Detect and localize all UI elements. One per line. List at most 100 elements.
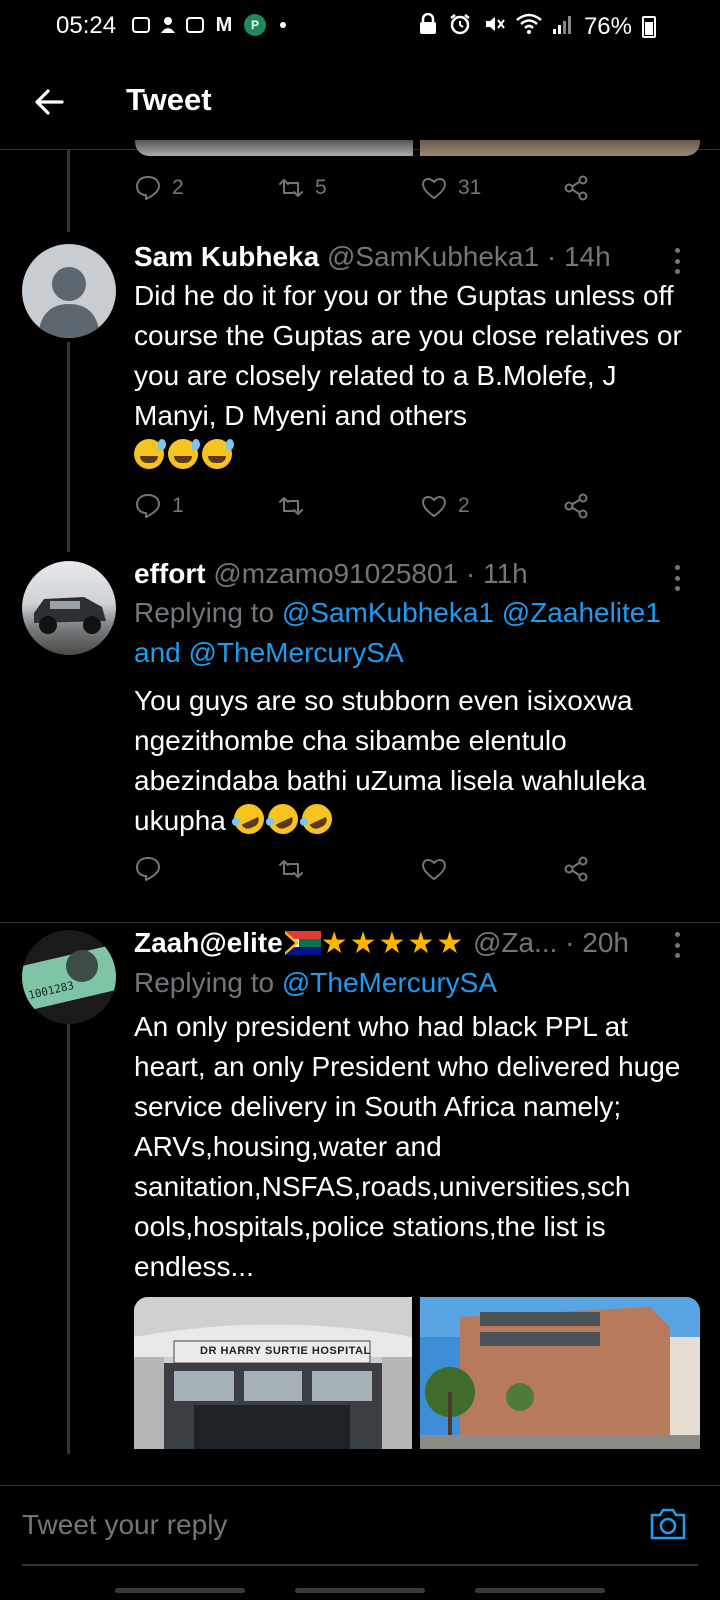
hospital-sign-text: DR HARRY SURTIE HOSPITAL — [200, 1345, 371, 1357]
retweet-icon — [279, 497, 303, 515]
grinning-sweat-emoji-icon — [202, 439, 234, 469]
replying-to: Replying to @TheMercurySA — [134, 967, 498, 998]
battery-icon — [642, 15, 656, 38]
status-bar: 05:24 M P 76% — [0, 0, 720, 54]
parent-tweet-image-2[interactable] — [420, 140, 700, 156]
retweet-button[interactable] — [277, 492, 420, 520]
camera-icon[interactable] — [648, 1506, 688, 1542]
system-nav-hints — [0, 1588, 720, 1593]
reply-bar — [0, 1485, 720, 1600]
tweet-image-hospital[interactable]: DR HARRY SURTIE HOSPITAL — [134, 1297, 412, 1449]
gmail-icon: M — [215, 13, 233, 36]
mute-icon — [482, 12, 506, 41]
nav-hint-bar — [475, 1588, 605, 1593]
heart-icon — [422, 496, 446, 517]
author-name[interactable]: Sam Kubheka — [134, 241, 319, 272]
tweet-image-university[interactable] — [420, 1297, 700, 1449]
author-meta: @mzamo91025801 · 11h — [213, 558, 528, 589]
rofl-emoji-icon — [228, 799, 269, 839]
more-notifications-dot — [280, 22, 286, 28]
nav-hint-bar — [295, 1588, 425, 1593]
more-options-icon[interactable] — [672, 248, 682, 274]
mention-link[interactable]: @TheMercurySA — [282, 967, 497, 998]
replying-to: Replying to @SamKubheka1 @Zaahelite1 and … — [134, 597, 661, 668]
reply-button[interactable]: 1 — [134, 492, 277, 520]
tweet-actions: 1 2 — [134, 492, 591, 520]
south-africa-flag-icon — [284, 931, 321, 955]
avatar[interactable] — [22, 561, 116, 655]
reply-underline — [22, 1564, 698, 1566]
mention-link[interactable]: @SamKubheka1 — [282, 597, 494, 628]
share-button[interactable] — [563, 492, 591, 520]
retweet-count: 5 — [315, 176, 327, 199]
author-name[interactable]: effort — [134, 558, 206, 589]
author-handle: @Za... — [472, 927, 558, 958]
like-button[interactable]: 2 — [420, 492, 563, 520]
tweet-text: Did he do it for you or the Guptas unles… — [134, 276, 700, 476]
reply-count: 2 — [172, 176, 184, 199]
parent-tweet-actions: 2 5 31 — [134, 174, 591, 202]
parent-tweet-image-1[interactable] — [135, 140, 413, 156]
share-button[interactable] — [563, 855, 591, 883]
reply-button[interactable] — [134, 855, 277, 883]
reply-input[interactable] — [22, 1500, 698, 1550]
author-name[interactable]: Zaah@elite — [134, 927, 283, 958]
like-button[interactable]: 31 — [420, 174, 563, 202]
star-rating-icons: ★★★★★ — [320, 927, 466, 960]
share-icon — [564, 856, 588, 882]
retweet-button[interactable]: 5 — [277, 174, 420, 202]
avatar[interactable]: 1001283 — [22, 930, 116, 1024]
reply-icon — [136, 176, 160, 200]
download-notification-icon-2 — [186, 17, 204, 33]
mention-link[interactable]: @Zaahelite1 — [502, 597, 661, 628]
retweet-icon — [279, 179, 303, 197]
tweet-time: · 20h — [565, 927, 629, 958]
app-header: Tweet — [0, 54, 720, 150]
university-photo — [420, 1297, 700, 1449]
grinning-sweat-emoji-icon — [168, 439, 200, 469]
rofl-emoji-icon — [262, 799, 303, 839]
author-meta: @SamKubheka1 · 14h — [326, 241, 611, 272]
reply-icon — [136, 857, 160, 881]
reply-count: 1 — [172, 494, 184, 517]
share-icon — [564, 175, 588, 201]
mention-link[interactable]: @TheMercurySA — [189, 637, 404, 668]
tweet-actions — [134, 855, 591, 883]
rofl-emoji-icon — [296, 799, 337, 839]
like-count: 31 — [458, 176, 482, 199]
like-count: 2 — [458, 494, 470, 517]
lock-icon — [418, 12, 438, 40]
alarm-icon — [448, 12, 472, 41]
wifi-icon — [516, 13, 542, 40]
hospital-photo — [134, 1297, 412, 1449]
grinning-sweat-emoji-icon — [134, 439, 166, 469]
signal-icon — [552, 13, 574, 40]
more-options-icon[interactable] — [672, 932, 682, 958]
thread-line — [67, 150, 70, 232]
like-button[interactable] — [420, 855, 563, 883]
retweet-icon — [279, 860, 303, 878]
heart-icon — [422, 859, 446, 880]
banknote-avatar-image — [22, 944, 116, 1012]
retweet-button[interactable] — [277, 855, 420, 883]
back-arrow-icon[interactable] — [30, 82, 70, 122]
section-divider — [0, 922, 720, 923]
status-time: 05:24 — [56, 12, 117, 39]
heart-icon — [422, 178, 446, 199]
download-notification-icon — [132, 17, 150, 33]
avatar[interactable] — [22, 244, 116, 338]
truck-avatar-image — [34, 597, 106, 634]
reply-button[interactable]: 2 — [134, 174, 277, 202]
nav-hint-bar — [115, 1588, 245, 1593]
app-notification-icon — [158, 15, 178, 35]
battery-percent: 76% — [583, 12, 632, 40]
share-icon — [564, 493, 588, 519]
thread-line — [67, 342, 70, 552]
tweet-text: An only president who had black PPL at h… — [134, 1011, 681, 1282]
page-title: Tweet — [126, 82, 212, 117]
share-button[interactable] — [563, 174, 591, 202]
more-options-icon[interactable] — [672, 565, 682, 591]
tweet-text: You guys are so stubborn even isixoxwa n… — [134, 681, 700, 841]
reply-icon — [136, 494, 160, 518]
default-avatar-icon — [38, 267, 100, 338]
